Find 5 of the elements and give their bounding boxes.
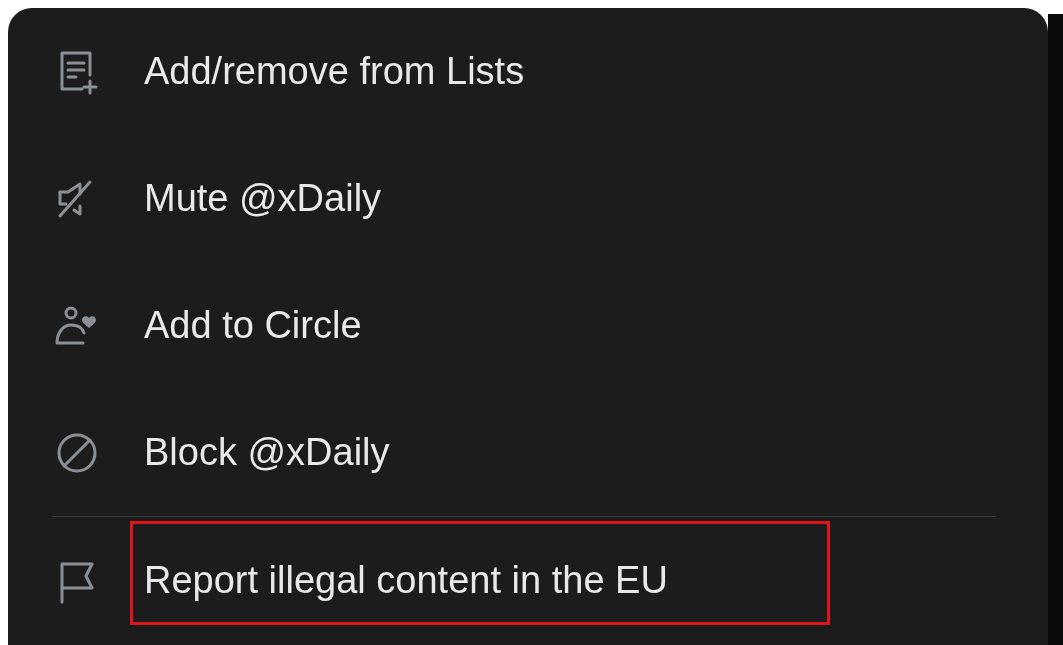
menu-item[interactable]: Add/remove from Lists bbox=[8, 8, 1048, 135]
menu-item[interactable]: Mute @xDaily bbox=[8, 135, 1048, 262]
menu-item[interactable]: Report illegal content in the EU bbox=[8, 517, 1048, 644]
menu-item[interactable]: Block @xDaily bbox=[8, 389, 1048, 516]
menu-item[interactable]: Add to Circle bbox=[8, 262, 1048, 389]
